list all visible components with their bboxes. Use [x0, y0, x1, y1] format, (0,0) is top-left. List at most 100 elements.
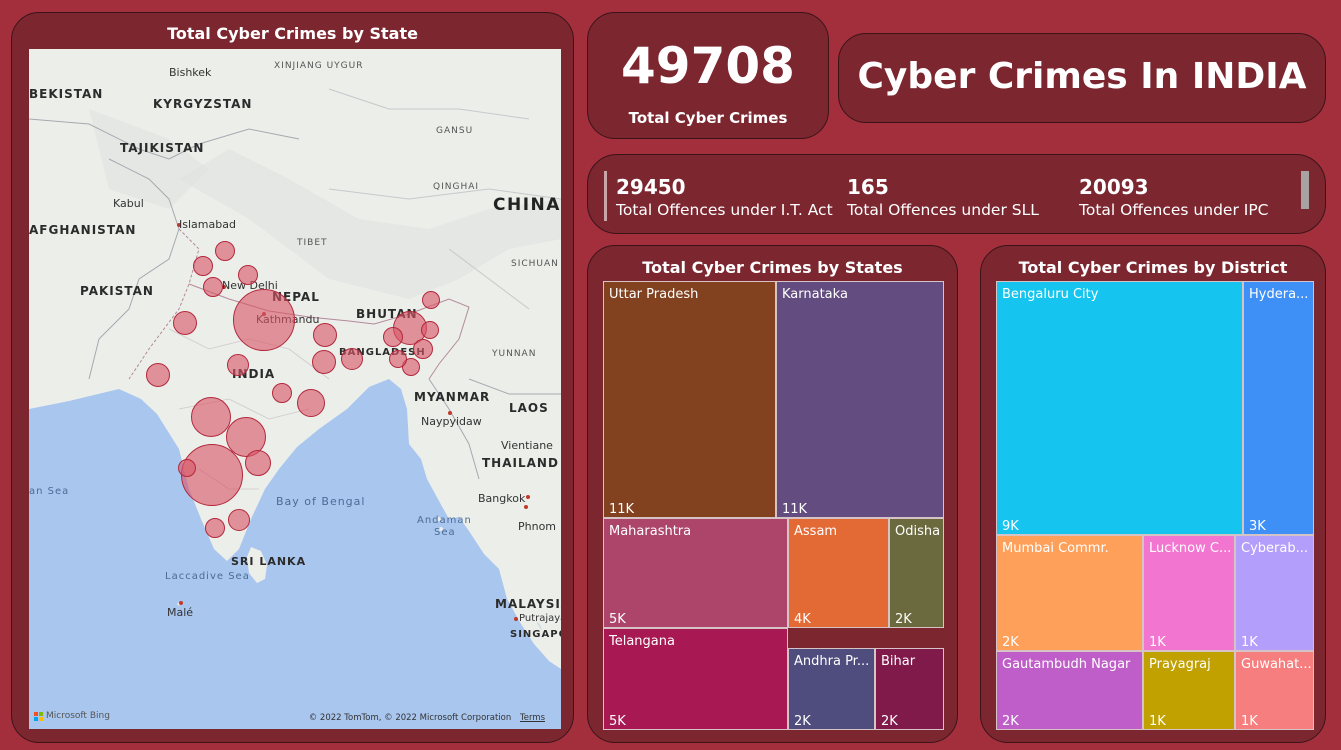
- map-label-xinjiang: XINJIANG UYGUR: [274, 61, 364, 71]
- state-tile[interactable]: Andhra Pr... 2K: [788, 648, 875, 730]
- state-tile-value: 11K: [782, 502, 808, 517]
- map-label-kyrgyzstan: KYRGYZSTAN: [153, 97, 253, 111]
- state-bubble[interactable]: [297, 389, 325, 417]
- states-treemap: Uttar Pradesh 11K Karnataka 11K Maharashtra 5…: [603, 281, 944, 730]
- map-label-tajikistan: TAJIKISTAN: [120, 141, 205, 155]
- city-dot-putrajaya: [514, 617, 518, 621]
- district-tile-name: Prayagraj: [1149, 657, 1211, 672]
- map-label-bekistan: BEKISTAN: [29, 87, 104, 101]
- state-tile[interactable]: Karnataka 11K: [776, 281, 944, 518]
- state-bubble[interactable]: [203, 277, 223, 297]
- district-tile[interactable]: Mumbai Commr. 2K: [996, 535, 1143, 651]
- map-label-arabian-sea: an Sea: [29, 486, 70, 497]
- state-tile[interactable]: Maharashtra 5K: [603, 518, 788, 628]
- state-tile-value: 5K: [609, 714, 626, 729]
- map-label-bay-of-bengal: Bay of Bengal: [276, 495, 366, 508]
- map-label-qinghai: QINGHAI: [433, 182, 480, 192]
- district-treemap-card: Total Cyber Crimes by District Bengaluru…: [980, 245, 1326, 743]
- district-treemap: Bengaluru City 9K Hydera... 3K Mumbai Commr.…: [996, 281, 1314, 730]
- state-bubble[interactable]: [173, 311, 197, 335]
- district-tile-name: Cyberab...: [1241, 541, 1308, 556]
- state-bubble[interactable]: [422, 291, 440, 309]
- state-tile-name: Bihar: [881, 654, 916, 669]
- district-tile[interactable]: Cyberab... 1K: [1235, 535, 1314, 651]
- states-treemap-title: Total Cyber Crimes by States: [642, 258, 903, 277]
- map-title: Total Cyber Crimes by State: [167, 24, 418, 43]
- district-treemap-title: Total Cyber Crimes by District: [1018, 258, 1288, 277]
- state-bubble[interactable]: [383, 327, 403, 347]
- map-label-thailand: THAILAND: [482, 456, 559, 470]
- district-tile[interactable]: Bengaluru City 9K: [996, 281, 1243, 535]
- state-tile-value: 5K: [609, 612, 626, 627]
- title-card: Cyber Crimes In INDIA: [838, 33, 1326, 123]
- map-label-malaysia: MALAYSIA: [495, 597, 561, 611]
- map-label-tibet: TIBET: [297, 238, 328, 248]
- offence-sll: 165 Total Offences under SLL: [847, 175, 1039, 219]
- map-label-islamabad: Islamabad: [179, 218, 236, 231]
- state-bubble[interactable]: [389, 350, 407, 368]
- city-dot-bangkok: [524, 505, 528, 509]
- state-bubble[interactable]: [313, 323, 337, 347]
- state-tile-value: 4K: [794, 612, 811, 627]
- state-bubble[interactable]: [205, 518, 225, 538]
- map-base: [29, 49, 561, 729]
- district-tile-value: 1K: [1241, 635, 1258, 650]
- offence-ipc-value: 20093: [1079, 175, 1149, 199]
- state-bubble[interactable]: [191, 397, 231, 437]
- state-bubble[interactable]: [228, 509, 250, 531]
- map-label-singapore: SINGAPO: [510, 629, 561, 640]
- city-dot-male: [179, 601, 183, 605]
- terms-link[interactable]: Terms: [520, 713, 545, 723]
- map-label-naypyidaw: Naypyidaw: [421, 415, 482, 428]
- state-bubble[interactable]: [413, 339, 433, 359]
- bing-label: Microsoft Bing: [46, 711, 110, 721]
- kpi-total-value: 49708: [621, 37, 795, 95]
- state-tile-name: Maharashtra: [609, 524, 692, 539]
- map-label-pakistan: PAKISTAN: [80, 284, 154, 298]
- map-label-vientiane: Vientiane: [501, 439, 553, 452]
- state-tile-name: Telangana: [609, 634, 675, 649]
- district-tile[interactable]: Lucknow C... 1K: [1143, 535, 1235, 651]
- district-tile[interactable]: Prayagraj 1K: [1143, 651, 1235, 730]
- state-bubble[interactable]: [227, 354, 249, 376]
- state-tile[interactable]: Bihar 2K: [875, 648, 944, 730]
- state-tile[interactable]: Odisha 2K: [889, 518, 944, 628]
- offence-it-act-value: 29450: [616, 175, 686, 199]
- map-label-yunnan: YUNNAN: [492, 349, 537, 359]
- map-label-phnom: Phnom: [518, 520, 557, 533]
- city-dot-vientiane: [526, 495, 530, 499]
- state-tile-name: Uttar Pradesh: [609, 287, 699, 302]
- kpi-total-label: Total Cyber Crimes: [628, 109, 788, 127]
- state-bubble[interactable]: [238, 265, 258, 285]
- district-tile[interactable]: Guwahat... 1K: [1235, 651, 1314, 730]
- bing-logo: Microsoft Bing: [34, 711, 110, 721]
- map-label-kabul: Kabul: [113, 197, 144, 210]
- map-label-sichuan: SICHUAN: [511, 259, 559, 269]
- state-bubble[interactable]: [193, 256, 213, 276]
- state-bubble[interactable]: [178, 459, 196, 477]
- state-bubble[interactable]: [215, 241, 235, 261]
- map-visual[interactable]: Bishkek XINJIANG UYGUR BEKISTAN KYRGYZST…: [29, 49, 561, 729]
- district-tile[interactable]: Gautambudh Nagar 2K: [996, 651, 1143, 730]
- copyright-text: © 2022 TomTom, © 2022 Microsoft Corporat…: [308, 713, 512, 723]
- state-tile-value: 11K: [609, 502, 635, 517]
- state-tile[interactable]: Assam 4K: [788, 518, 889, 628]
- strip-scrollbar[interactable]: [1301, 171, 1309, 209]
- state-bubble[interactable]: [341, 348, 363, 370]
- state-bubble[interactable]: [312, 350, 336, 374]
- map-label-andaman-1: Andaman: [417, 515, 472, 526]
- state-bubble[interactable]: [146, 363, 170, 387]
- map-label-myanmar: MYANMAR: [414, 390, 491, 404]
- strip-left-accent: [604, 171, 607, 221]
- microsoft-logo-icon: [34, 711, 43, 721]
- state-tile[interactable]: Uttar Pradesh 11K: [603, 281, 776, 518]
- state-bubble[interactable]: [245, 450, 271, 476]
- state-tile[interactable]: Telangana 5K: [603, 628, 788, 730]
- map-label-china: CHINA: [493, 195, 561, 215]
- state-bubble[interactable]: [421, 321, 439, 339]
- state-bubble[interactable]: [233, 289, 295, 351]
- district-tile[interactable]: Hydera... 3K: [1243, 281, 1314, 535]
- district-tile-value: 1K: [1149, 635, 1166, 650]
- offence-it-act: 29450 Total Offences under I.T. Act: [616, 175, 833, 219]
- state-bubble[interactable]: [272, 383, 292, 403]
